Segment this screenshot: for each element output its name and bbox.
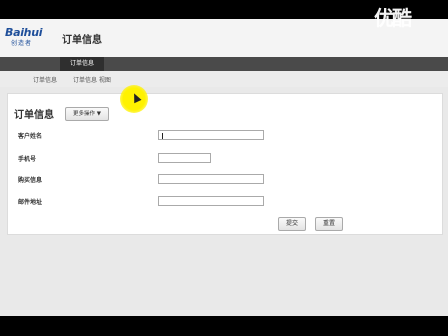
navbar: 订单信息 — [0, 57, 448, 71]
subnav-item-order-view[interactable]: 订单信息 视图 — [73, 75, 111, 84]
logo-subtitle: 创造者 — [11, 40, 33, 47]
email-label: 邮件地址 — [18, 199, 43, 206]
nav-tab-order-info[interactable]: 订单信息 — [60, 57, 104, 71]
email-input[interactable] — [158, 196, 264, 206]
logo: Baihui 创造者 — [5, 26, 55, 52]
customer-name-label: 客户姓名 — [18, 133, 43, 140]
subnav: 订单信息 订单信息 视图 — [0, 71, 448, 87]
customer-name-input[interactable] — [158, 130, 264, 140]
order-form-panel: 订单信息 更多操作 ▼ 客户姓名 手机号 购买信息 邮件地址 提交 重置 — [7, 93, 443, 235]
purchase-info-input[interactable] — [158, 174, 264, 184]
form-title: 订单信息 — [14, 110, 54, 121]
purchase-info-label: 购买信息 — [18, 177, 43, 184]
app-window: Baihui 创造者 订单信息 订单信息 订单信息 订单信息 视图 订单信息 更… — [0, 19, 448, 316]
page-title: 订单信息 — [62, 35, 102, 46]
video-watermark: 优酷 — [374, 6, 412, 30]
submit-button[interactable]: 提交 — [278, 217, 306, 231]
more-actions-button[interactable]: 更多操作 ▼ — [65, 107, 109, 121]
text-caret — [162, 133, 163, 139]
phone-input[interactable] — [158, 153, 211, 163]
phone-label: 手机号 — [18, 156, 37, 163]
reset-button[interactable]: 重置 — [315, 217, 343, 231]
subnav-item-order-info[interactable]: 订单信息 — [33, 75, 57, 84]
